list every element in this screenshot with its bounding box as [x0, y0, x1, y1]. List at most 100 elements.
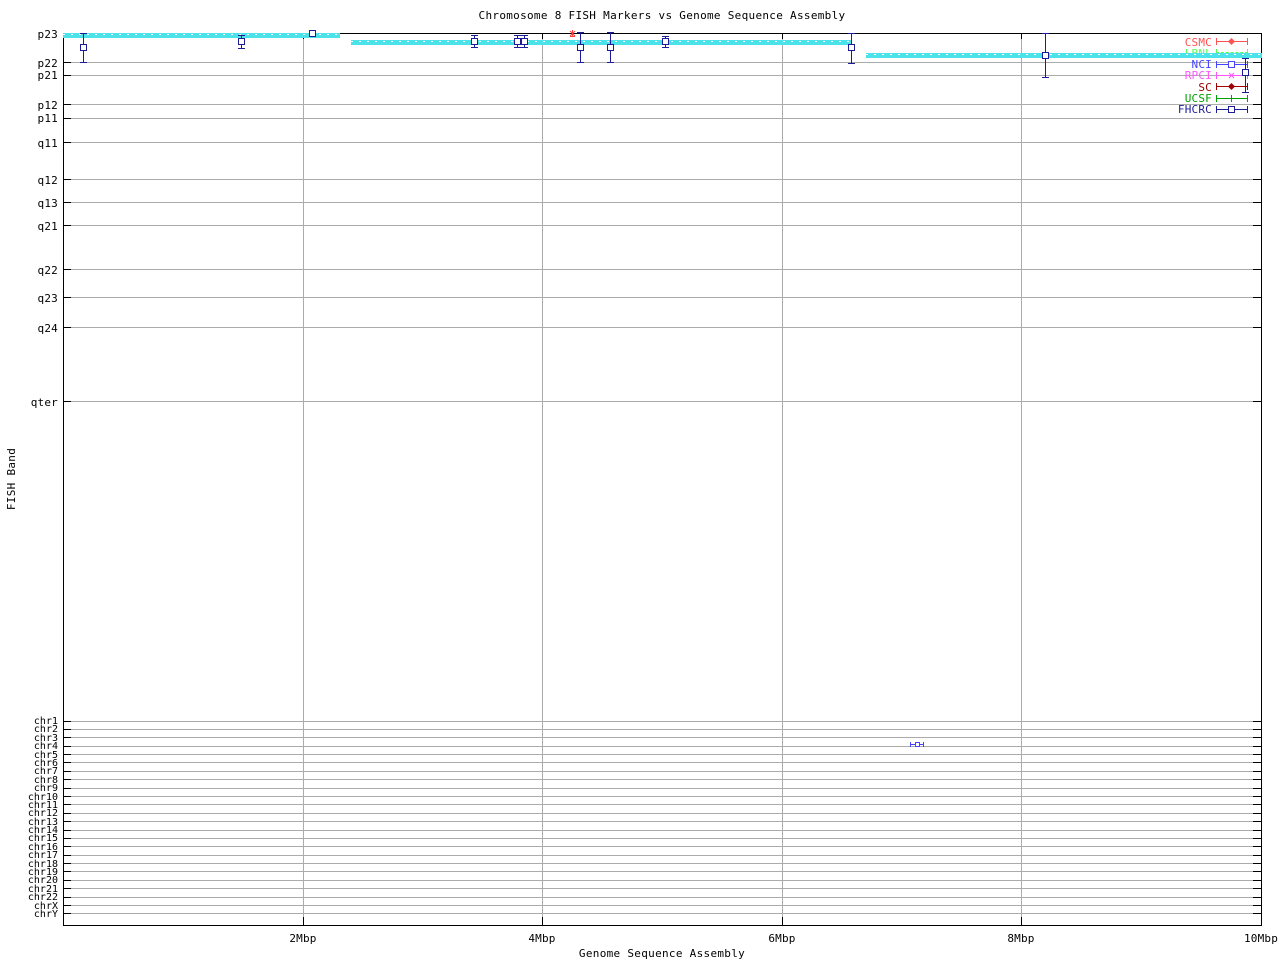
y-tick-right — [1253, 846, 1261, 848]
y-tick-right — [1253, 754, 1261, 755]
y-tick-right — [1253, 142, 1261, 143]
fhcrc-errorcap — [607, 32, 614, 33]
plot-border-right — [1261, 33, 1262, 925]
y-tick-left — [63, 871, 71, 873]
y-tick-left — [63, 796, 71, 797]
y-axis-label: FISH Band — [5, 447, 18, 511]
y-tick-left — [63, 737, 71, 739]
y-tick-left — [63, 913, 71, 915]
y-tick-left — [63, 297, 71, 298]
y-gridline — [63, 737, 1261, 739]
legend-sample-cap — [1216, 38, 1217, 45]
fhcrc-errorcap — [471, 47, 478, 48]
y-tick-right — [1253, 905, 1261, 906]
y-tick-left — [63, 142, 71, 143]
fhcrc-errorcap — [1242, 58, 1249, 59]
y-tick-left — [63, 804, 71, 806]
y-gridline — [63, 854, 1261, 856]
y-tick-left — [63, 812, 71, 814]
legend-sample-cap — [1247, 60, 1248, 68]
y-gridline — [63, 74, 1261, 76]
y-tick-left — [63, 896, 71, 898]
fhcrc-errorcap — [1042, 77, 1049, 78]
y-gridline — [63, 327, 1261, 328]
y-gridline — [63, 754, 1261, 755]
x-tick-label: 10Mbp — [1243, 932, 1279, 945]
y-tick-right — [1253, 896, 1261, 898]
fhcrc-point — [471, 38, 478, 45]
y-tick-left — [63, 104, 71, 105]
y-tick-right — [1253, 770, 1261, 772]
y-tick-left — [63, 728, 71, 730]
y-gridline — [63, 297, 1261, 298]
y-gridline — [63, 117, 1261, 119]
fhcrc-point — [80, 44, 87, 51]
y-gridline — [63, 879, 1261, 881]
y-tick-label: p23 — [37, 27, 58, 41]
x-axis-label: Genome Sequence Assembly — [578, 947, 746, 960]
y-gridline — [63, 821, 1261, 823]
fhcrc-point — [577, 44, 584, 51]
y-gridline — [63, 905, 1261, 906]
y-tick-left — [63, 787, 71, 789]
y-gridline — [63, 796, 1261, 797]
legend-sc-marker — [1227, 82, 1235, 90]
y-tick-label: q21 — [37, 219, 58, 233]
x-gridline — [782, 33, 783, 925]
x-tick-bottom — [542, 917, 543, 925]
y-tick-left — [63, 879, 71, 881]
y-tick-right — [1253, 871, 1261, 873]
x-tick-label: 8Mbp — [1007, 932, 1035, 945]
y-gridline — [63, 863, 1261, 864]
legend-sample-cap — [1216, 105, 1217, 113]
y-tick-right — [1253, 225, 1261, 226]
y-tick-left — [63, 837, 71, 839]
y-gridline — [63, 888, 1261, 890]
y-tick-left — [63, 854, 71, 856]
fhcrc-errorcap — [521, 35, 528, 36]
fhcrc-errorcap — [1042, 33, 1049, 34]
fhcrc-point — [1242, 69, 1249, 76]
legend-ucsf-marker — [1228, 97, 1235, 99]
x-tick-label: 2Mbp — [289, 932, 317, 945]
nci-errorcap — [910, 742, 911, 747]
legend-sample-cap — [1216, 94, 1217, 102]
y-tick-left — [63, 269, 71, 270]
y-tick-left — [63, 179, 71, 180]
legend-label-fhcrc: FHCRC — [1177, 103, 1212, 117]
y-gridline — [63, 779, 1261, 781]
fhcrc-errorcap — [80, 33, 87, 34]
y-tick-right — [1253, 837, 1261, 839]
y-tick-right — [1253, 779, 1261, 781]
y-gridline — [63, 62, 1261, 63]
y-tick-left — [63, 779, 71, 781]
nci-point — [915, 742, 920, 747]
y-tick-left — [63, 225, 71, 226]
y-tick-right — [1253, 745, 1261, 747]
y-gridline — [63, 202, 1261, 203]
fhcrc-errorcap — [238, 35, 245, 36]
x-tick-label: 6Mbp — [768, 932, 796, 945]
plot-border-left — [63, 33, 64, 925]
fhcrc-errorcap — [607, 62, 614, 63]
x-gridline — [1021, 33, 1022, 925]
x-tick-bottom — [782, 917, 783, 925]
y-tick-right — [1253, 762, 1261, 764]
y-tick-label: q24 — [37, 321, 58, 335]
fhcrc-errorcap — [848, 63, 855, 64]
y-tick-right — [1253, 327, 1261, 328]
y-gridline — [63, 225, 1261, 226]
y-tick-left — [63, 117, 71, 119]
y-tick-right — [1253, 117, 1261, 119]
y-tick-right — [1253, 821, 1261, 823]
y-tick-label: chrY — [33, 908, 58, 920]
y-tick-right — [1253, 829, 1261, 831]
y-tick-label: p21 — [37, 69, 58, 82]
fhcrc-errorcap — [238, 48, 245, 49]
fhcrc-errorcap — [471, 35, 478, 36]
y-gridline — [63, 142, 1261, 143]
legend-fhcrc-marker — [1228, 105, 1235, 113]
y-tick-right — [1253, 269, 1261, 270]
x-gridline — [542, 33, 543, 925]
y-tick-label: qter — [30, 395, 58, 409]
